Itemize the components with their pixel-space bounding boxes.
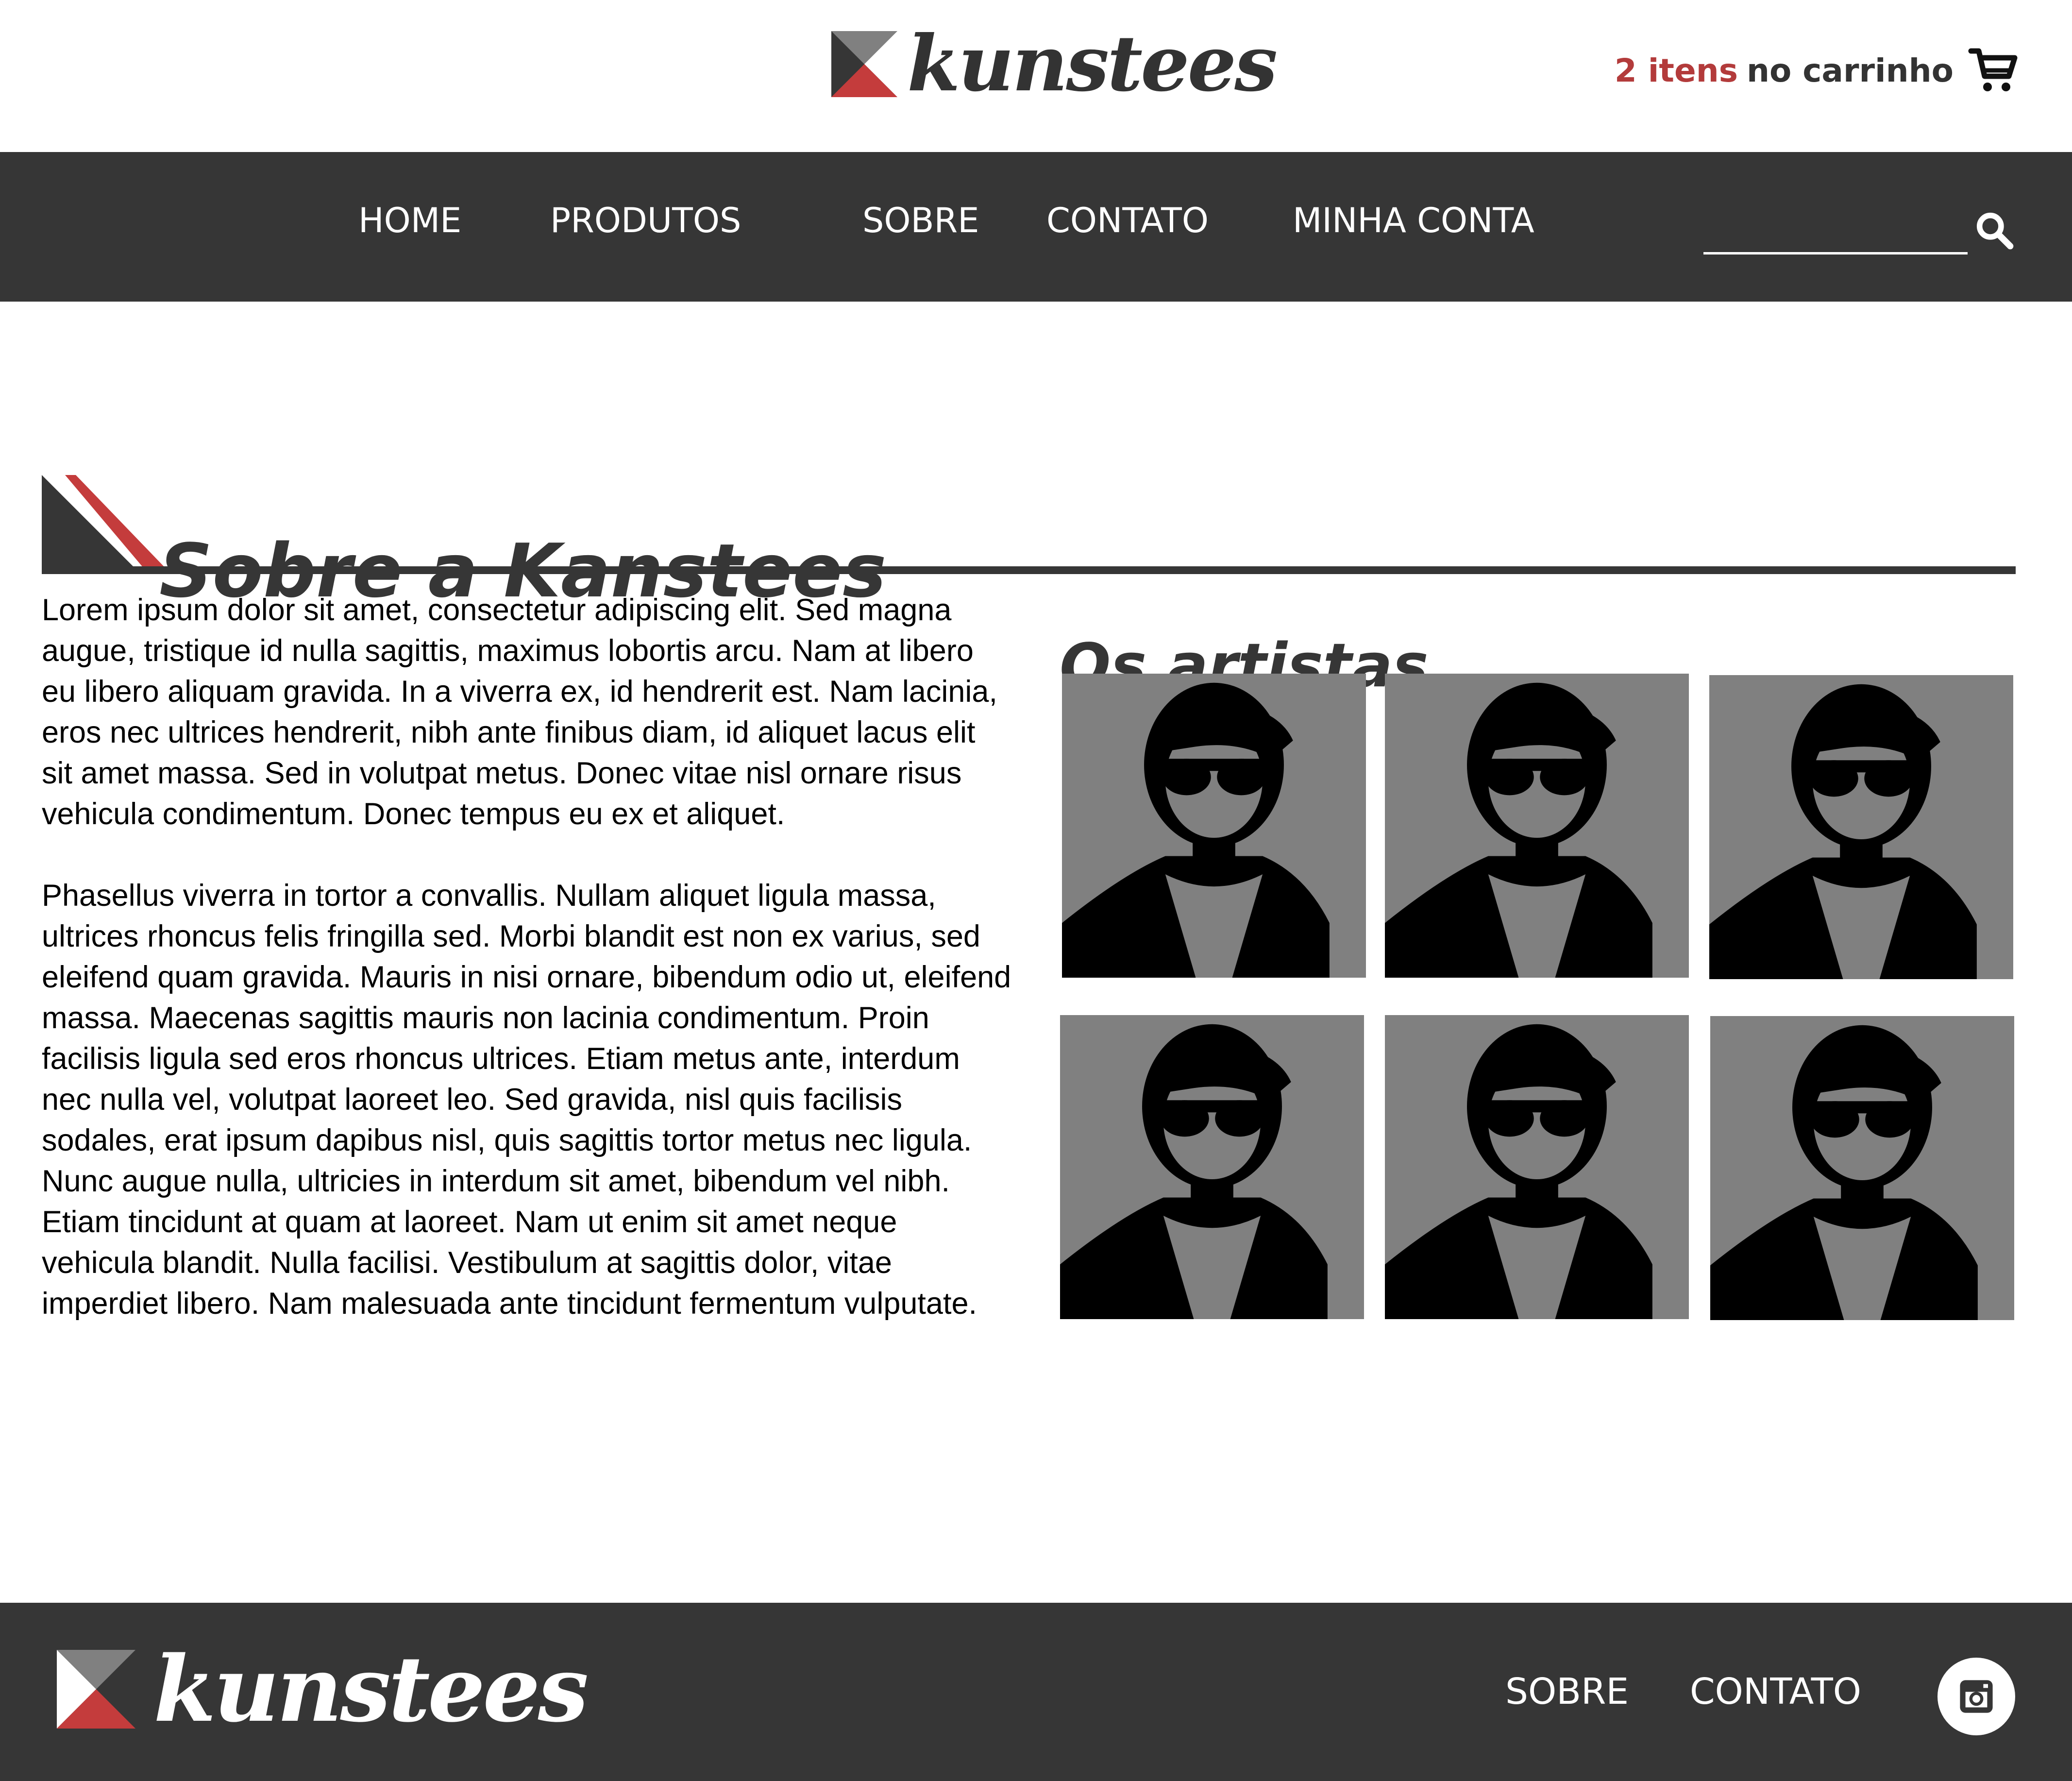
- artist-avatar-icon: [1385, 682, 1652, 978]
- cart-summary[interactable]: 2 itens no carrinho: [1615, 46, 2019, 95]
- nav-item-contato[interactable]: CONTATO: [1046, 201, 1209, 240]
- about-paragraph-1: Lorem ipsum dolor sit amet, consectetur …: [42, 593, 997, 831]
- instagram-icon: [1960, 1680, 1993, 1713]
- about-paragraph-2: Phasellus viverra in tortor a convallis.…: [42, 879, 1011, 1321]
- cart-label: no carrinho: [1746, 51, 1954, 89]
- instagram-button[interactable]: [1937, 1658, 2015, 1735]
- artist-card[interactable]: [1709, 675, 2013, 979]
- footer-link-sobre[interactable]: SOBRE: [1505, 1671, 1629, 1713]
- site-header: kunstees 2 itens no carrinho: [0, 0, 2072, 152]
- about-text: Lorem ipsum dolor sit amet, consectetur …: [42, 590, 1013, 1365]
- nav-item-produtos[interactable]: PRODUTOS: [550, 201, 741, 240]
- artist-card[interactable]: [1710, 1016, 2014, 1320]
- site-footer: kunstees SOBRE CONTATO: [0, 1603, 2072, 1781]
- header-logo[interactable]: kunstees: [831, 26, 1278, 102]
- artist-avatar-icon: [1709, 684, 1977, 979]
- main-nav: HOME PRODUTOS SOBRE CONTATO MINHA CONTA: [0, 152, 2072, 302]
- nav-item-minha-conta[interactable]: MINHA CONTA: [1293, 201, 1534, 240]
- nav-item-home[interactable]: HOME: [358, 201, 461, 240]
- nav-item-sobre[interactable]: SOBRE: [862, 201, 979, 240]
- shopping-cart-icon[interactable]: [1968, 46, 2019, 95]
- footer-logo-text: kunstees: [153, 1636, 589, 1742]
- artist-card[interactable]: [1385, 1015, 1689, 1319]
- artist-avatar-icon: [1710, 1025, 1978, 1320]
- header-logo-text: kunstees: [907, 19, 1278, 109]
- artist-card[interactable]: [1060, 1015, 1364, 1319]
- search-input[interactable]: [1703, 201, 1968, 254]
- footer-logo[interactable]: kunstees: [53, 1636, 589, 1742]
- artist-avatar-icon: [1062, 682, 1330, 978]
- artist-card[interactable]: [1385, 674, 1689, 978]
- search-icon[interactable]: [1974, 210, 2014, 250]
- title-decoration-icon: [42, 475, 166, 568]
- footer-link-contato[interactable]: CONTATO: [1690, 1671, 1861, 1713]
- search-box: [1703, 201, 2014, 254]
- artist-avatar-icon: [1385, 1024, 1652, 1319]
- logo-mark-icon: [57, 1650, 135, 1729]
- artist-card[interactable]: [1062, 674, 1366, 978]
- artist-avatar-icon: [1060, 1024, 1328, 1319]
- cart-count: 2 itens: [1614, 51, 1738, 89]
- logo-mark-icon: [831, 31, 897, 97]
- title-divider: [42, 566, 2016, 574]
